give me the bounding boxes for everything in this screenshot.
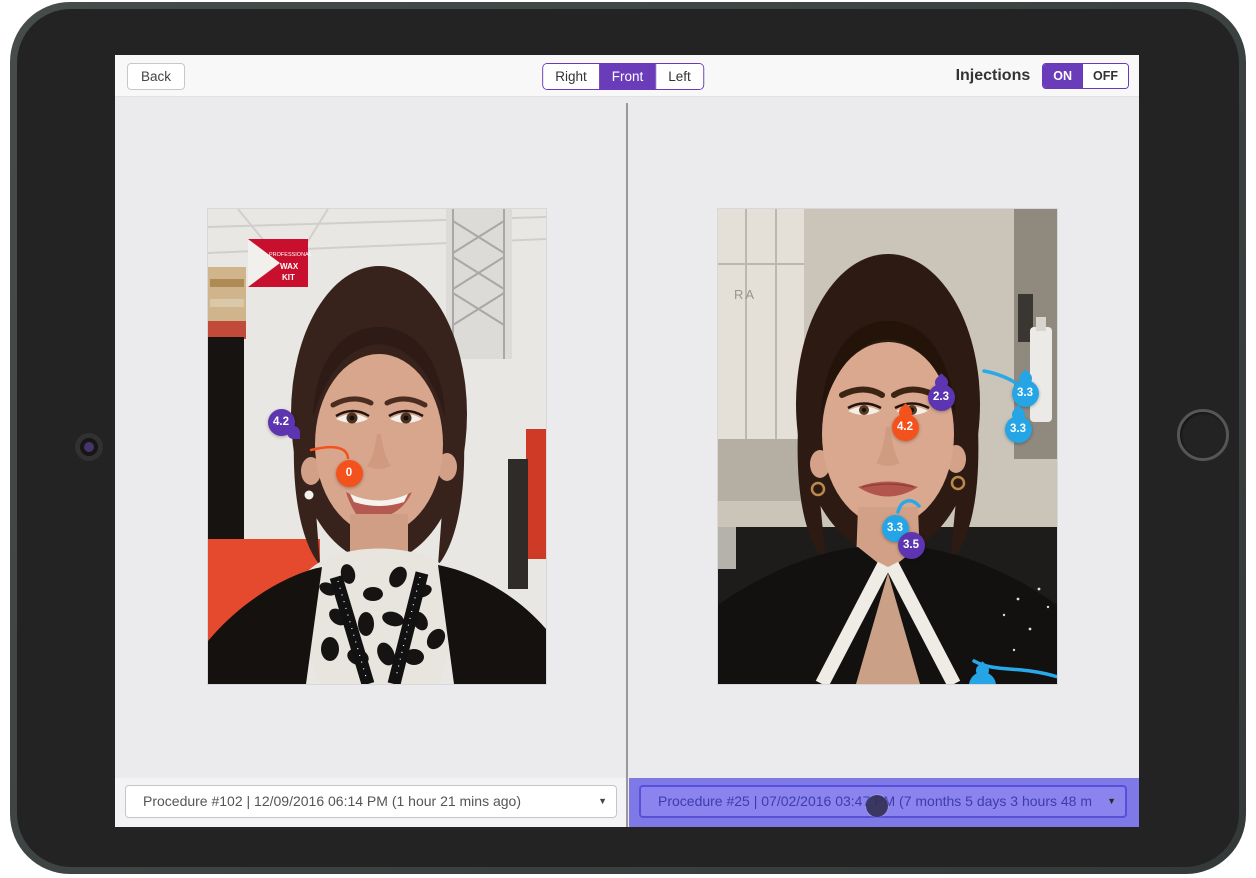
app-screen: Back Right Front Left Injections ON OFF bbox=[115, 55, 1139, 827]
banner-text-2: WAX bbox=[280, 262, 299, 271]
banner-text-1: PROFESSIONAL bbox=[269, 252, 312, 258]
tablet-bezel: Back Right Front Left Injections ON OFF bbox=[17, 9, 1239, 867]
back-button[interactable]: Back bbox=[127, 63, 185, 90]
patient-photo-left: PROFESSIONAL WAX KIT bbox=[208, 209, 546, 684]
procedure-bar-left: Procedure #102 | 12/09/2016 06:14 PM (1 … bbox=[115, 778, 626, 827]
tablet-frame: Back Right Front Left Injections ON OFF bbox=[10, 2, 1246, 874]
view-angle-tabs: Right Front Left bbox=[542, 63, 704, 90]
procedure-select-left-value: Procedure #102 | 12/09/2016 06:14 PM (1 … bbox=[143, 793, 521, 809]
injection-marker[interactable]: 3.3 bbox=[1012, 380, 1039, 407]
patient-photo-right: RA bbox=[718, 209, 1057, 684]
injections-toggle: ON OFF bbox=[1042, 63, 1129, 89]
camera-lens bbox=[84, 442, 94, 452]
injection-marker[interactable]: 4.2 bbox=[268, 409, 295, 436]
patient-photo-right-illustration: RA bbox=[718, 209, 1057, 684]
chevron-down-icon: ▼ bbox=[1107, 787, 1116, 816]
procedure-select-left[interactable]: Procedure #102 | 12/09/2016 06:14 PM (1 … bbox=[125, 785, 617, 818]
camera-icon bbox=[75, 433, 103, 461]
injections-on-button[interactable]: ON bbox=[1043, 64, 1082, 88]
injection-marker[interactable]: 0 bbox=[336, 460, 363, 487]
patient-photo-left-illustration: PROFESSIONAL WAX KIT bbox=[208, 209, 546, 684]
tab-left-view[interactable]: Left bbox=[655, 64, 703, 89]
toolbar: Back Right Front Left Injections ON OFF bbox=[115, 55, 1139, 97]
wall-sign-text: RA bbox=[734, 287, 756, 302]
injection-marker[interactable]: 4.2 bbox=[892, 414, 919, 441]
procedure-bar-right: Procedure #25 | 07/02/2016 03:47 PM (7 m… bbox=[629, 778, 1139, 827]
injection-marker[interactable]: 3.5 bbox=[898, 532, 925, 559]
panel-divider bbox=[626, 103, 628, 827]
tab-right-view[interactable]: Right bbox=[543, 64, 599, 89]
injections-toggle-group: Injections ON OFF bbox=[956, 63, 1129, 89]
injections-label: Injections bbox=[956, 67, 1031, 85]
page-background: Back Right Front Left Injections ON OFF bbox=[0, 0, 1256, 878]
injection-marker[interactable]: 3.3 bbox=[1005, 416, 1032, 443]
tab-front-view[interactable]: Front bbox=[599, 64, 656, 89]
chevron-down-icon: ▼ bbox=[598, 786, 607, 817]
home-button[interactable] bbox=[1177, 409, 1229, 461]
compare-area: PROFESSIONAL WAX KIT bbox=[115, 97, 1139, 827]
injection-marker[interactable]: 2.3 bbox=[928, 384, 955, 411]
banner-text-3: KIT bbox=[282, 273, 295, 282]
injections-off-button[interactable]: OFF bbox=[1082, 64, 1128, 88]
touch-indicator bbox=[866, 795, 888, 817]
